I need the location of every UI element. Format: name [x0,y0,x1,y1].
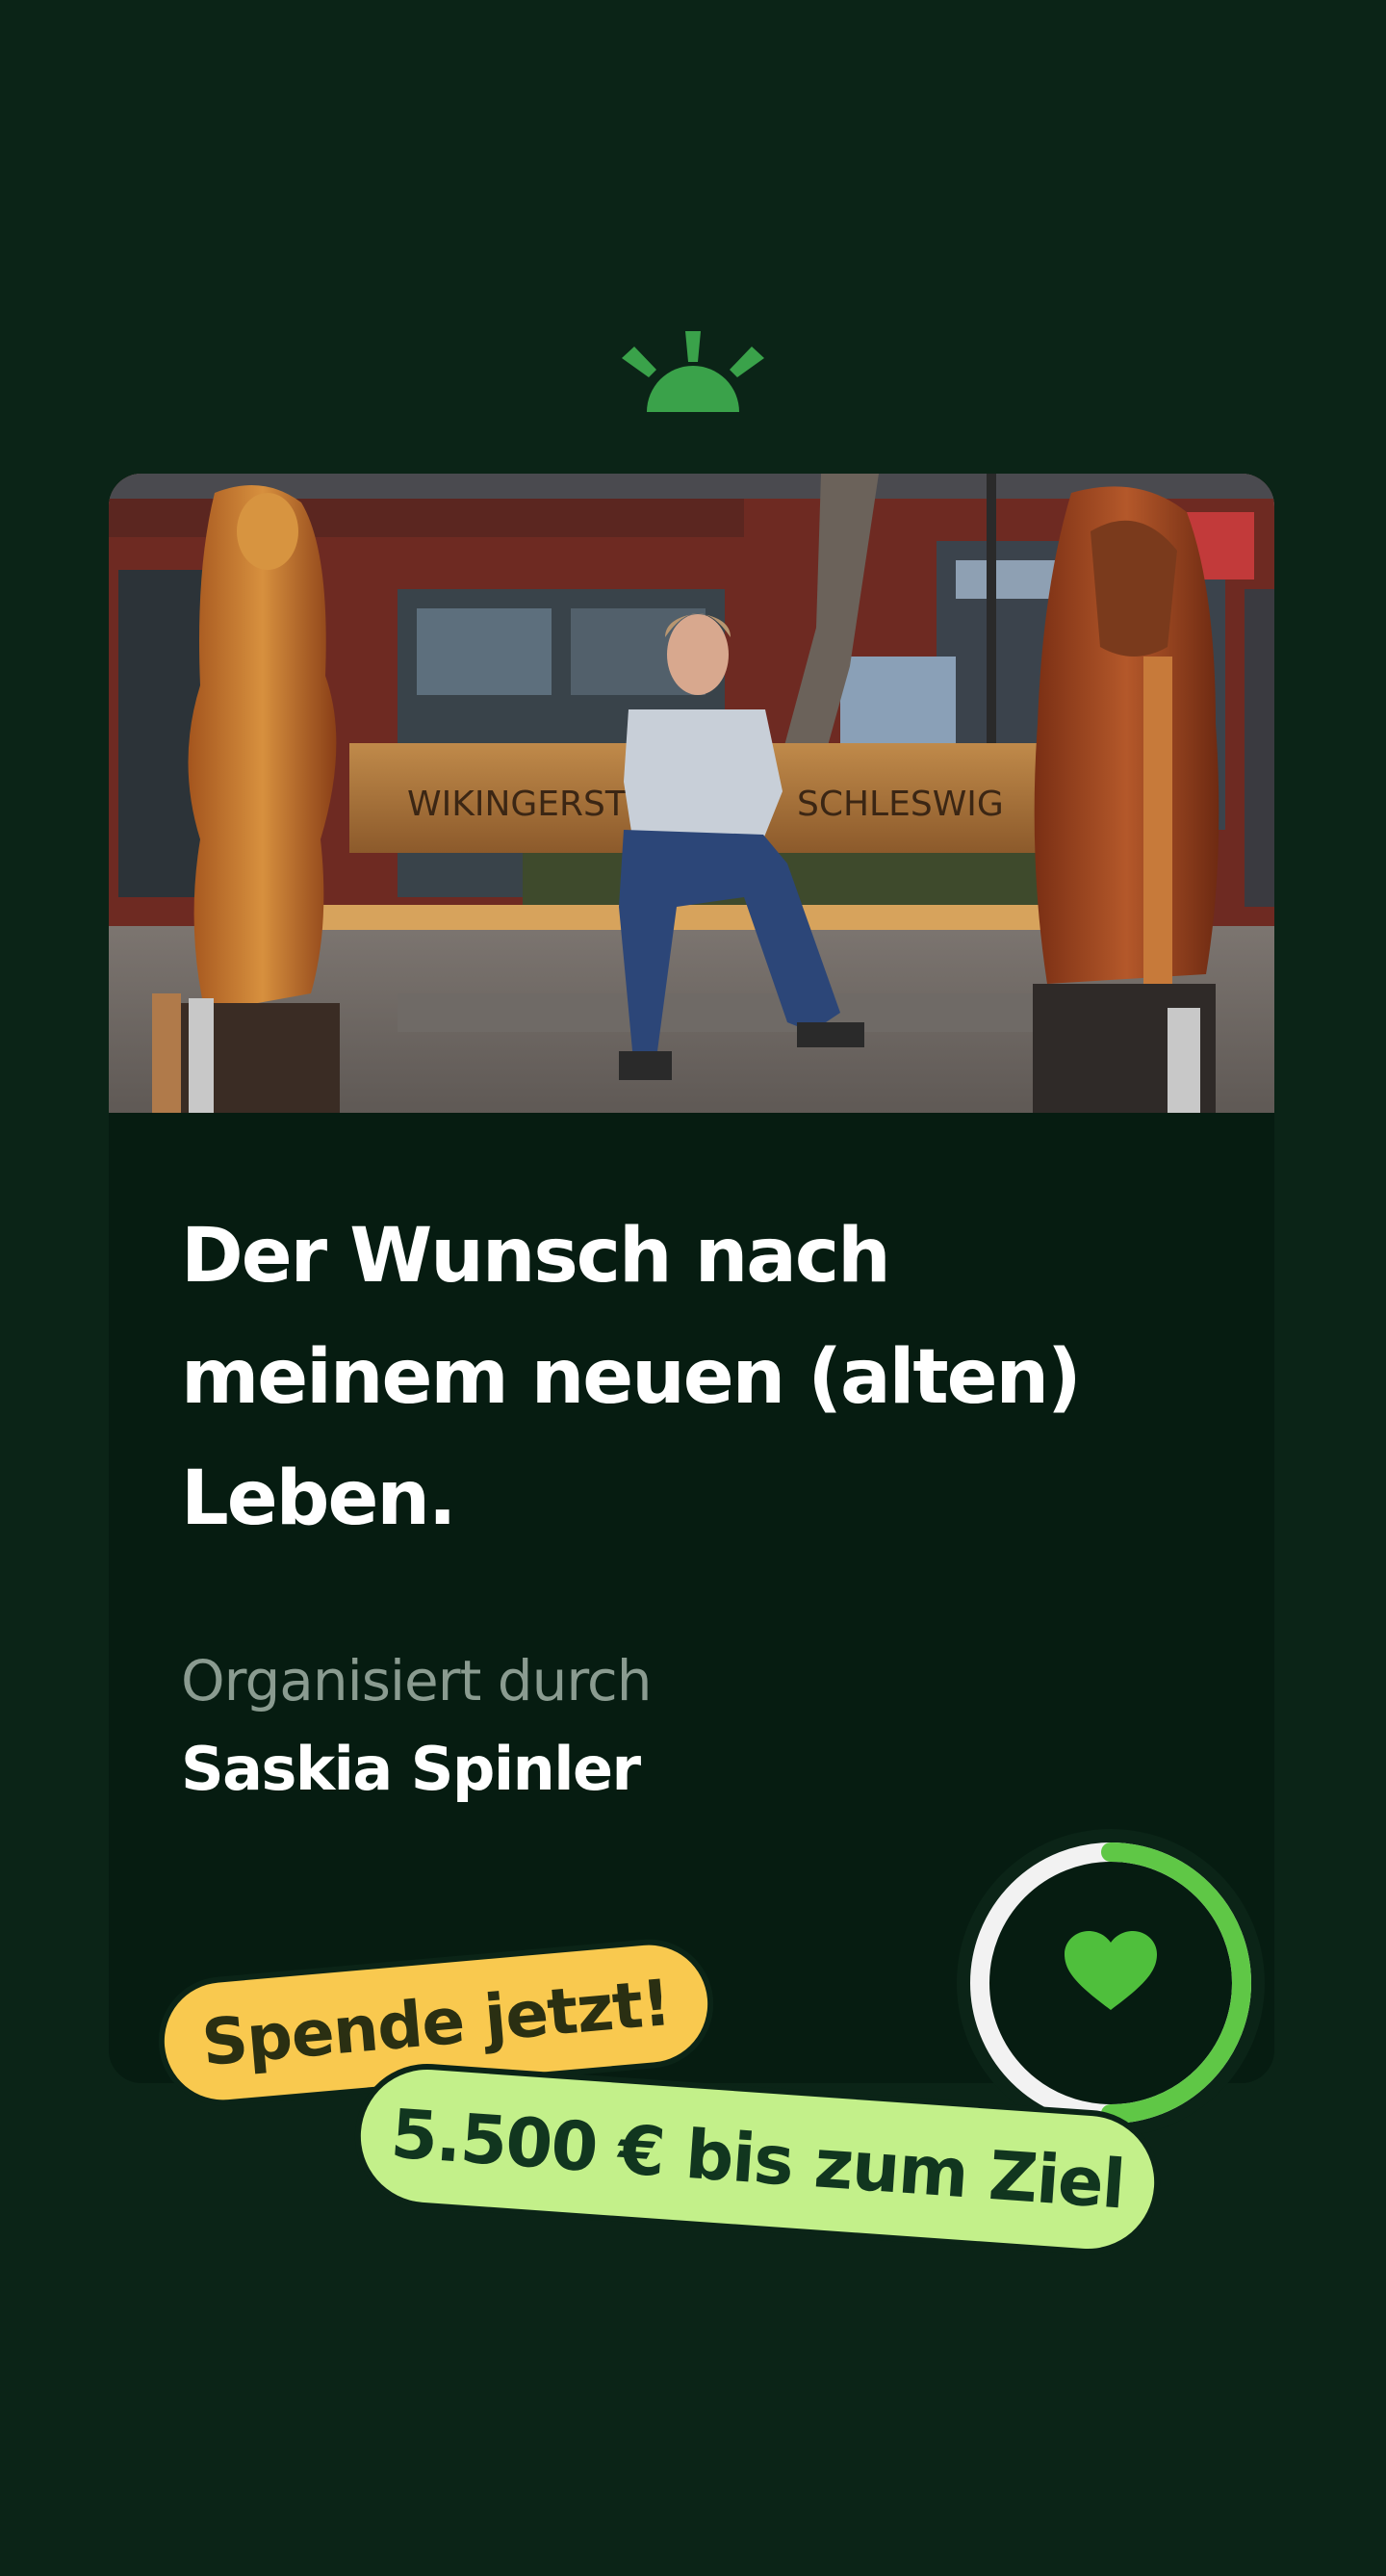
goal-remaining-label: 5.500 € bis zum Ziel [388,2094,1127,2225]
donation-progress-ring[interactable] [957,1829,1265,2137]
sunrise-logo-icon [622,331,764,412]
organizer-label: Organisiert durch [181,1648,653,1713]
campaign-title: Der Wunsch nach meinem neuen (alten) Leb… [181,1213,1082,1542]
campaign-photo: WIKINGERST SCHLESWIG [109,474,1274,1113]
bench-text-left: WIKINGERST [407,785,628,824]
bench-text-right: SCHLESWIG [797,785,1004,824]
organizer-name[interactable]: Saskia Spinler [181,1733,641,1806]
donate-now-label: Spende jetzt! [198,1965,674,2080]
